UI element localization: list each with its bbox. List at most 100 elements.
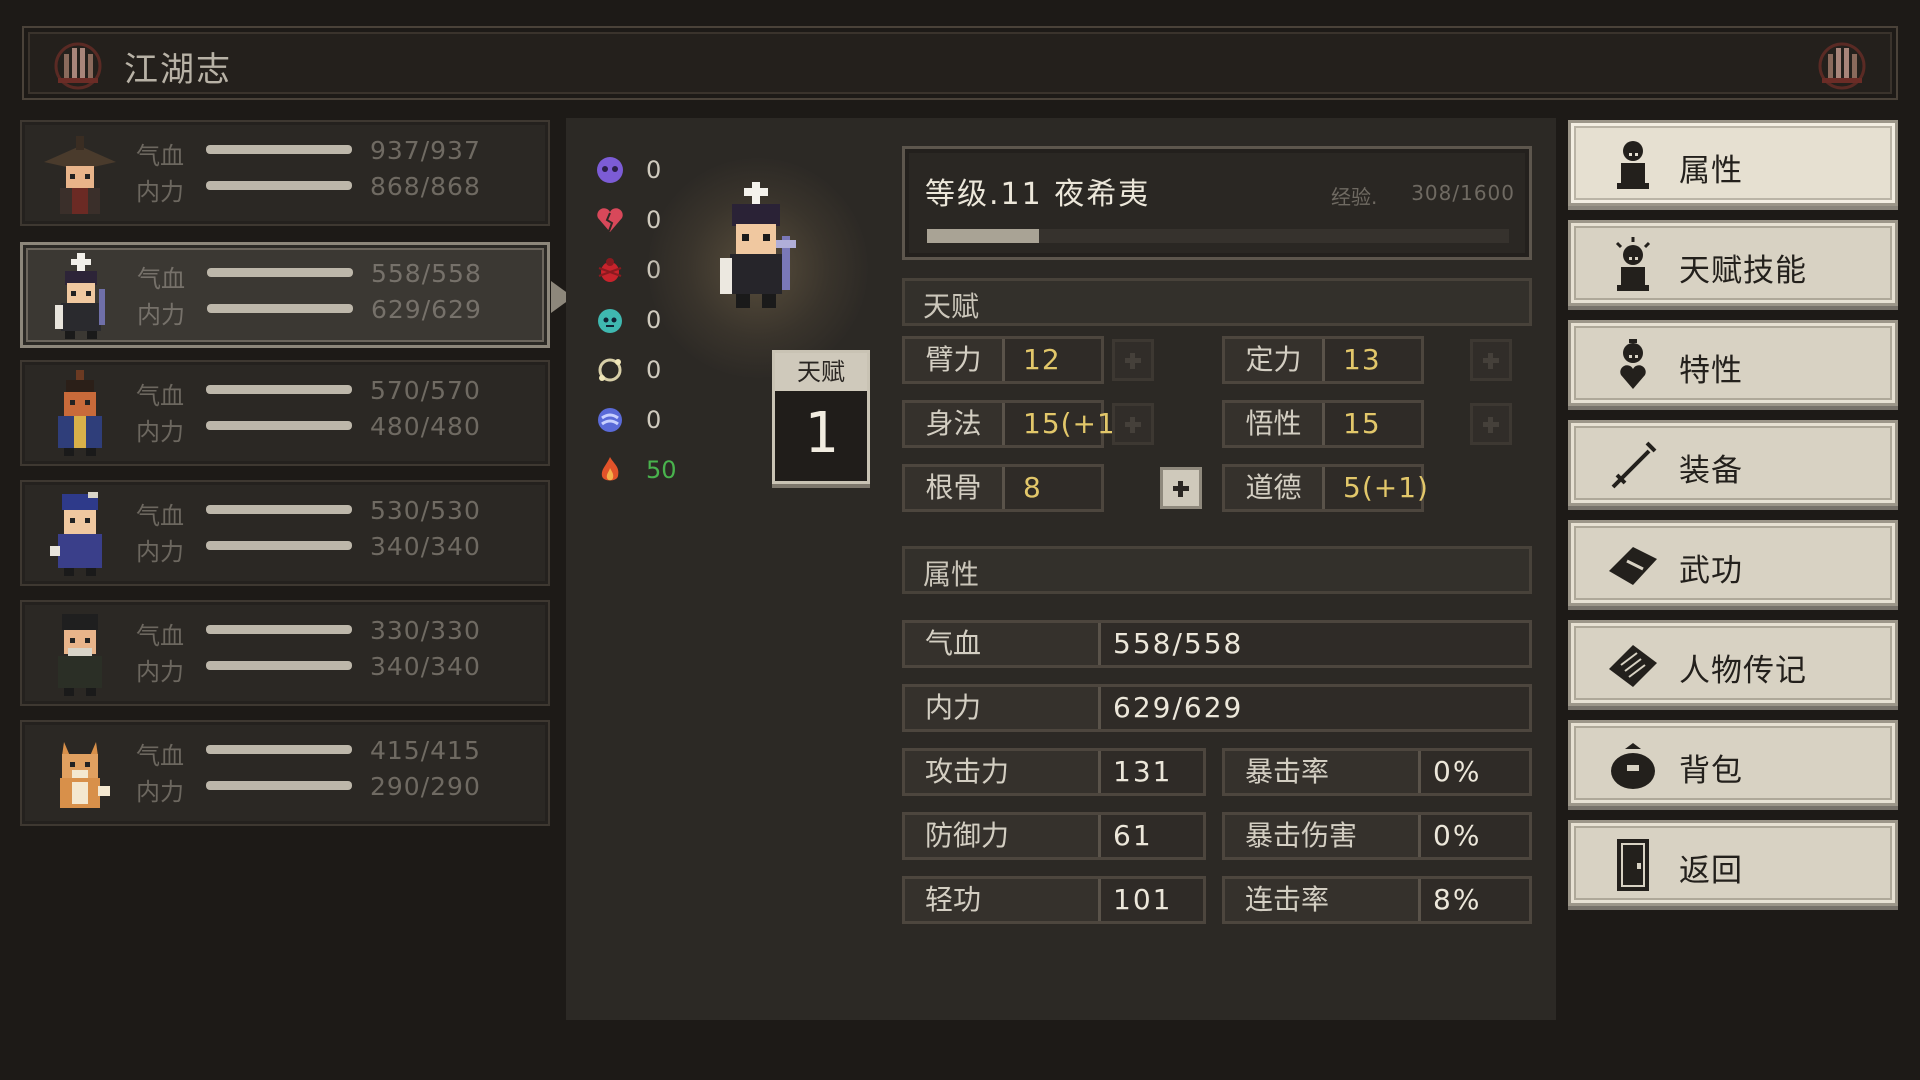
talent-points-value: 1 <box>804 401 838 466</box>
character-portrait <box>50 492 102 576</box>
party-member-card[interactable]: 气血 937/937 内力 868/868 <box>20 120 550 226</box>
hp-bar <box>207 268 353 277</box>
menu-label: 人物传记 <box>1679 653 1807 689</box>
mp-bar <box>206 781 352 790</box>
stat-value: 61 <box>1113 819 1153 852</box>
increase-constitution-button[interactable] <box>1160 467 1202 509</box>
status-value: 0 <box>646 356 662 384</box>
menu-label: 武功 <box>1679 553 1743 589</box>
section-title: 天赋 <box>923 290 980 323</box>
party-member-card-selected[interactable]: 气血 558/558 内力 629/629 <box>20 242 573 348</box>
increase-agility-button[interactable] <box>1112 403 1154 445</box>
red-bug-icon <box>598 258 622 282</box>
stat-value: 101 <box>1113 883 1173 916</box>
menu-back-button[interactable]: 返回 <box>1568 820 1898 906</box>
menu-label: 返回 <box>1679 853 1743 889</box>
heart-person-icon <box>1620 339 1646 389</box>
stat-name: 攻击力 <box>905 751 1101 793</box>
status-value: 0 <box>646 406 662 434</box>
stat-name: 连击率 <box>1225 879 1421 921</box>
attr-constitution: 根骨 8 <box>902 464 1104 512</box>
attr-value: 5(+1) <box>1343 471 1429 504</box>
mp-value: 629/629 <box>371 295 482 324</box>
level-name: 等级.11 夜希夷 <box>925 177 1151 212</box>
menu-label: 背包 <box>1679 753 1743 789</box>
talent-section-header: 天赋 <box>902 278 1532 326</box>
hp-value: 558/558 <box>371 259 482 288</box>
hp-label: 气血 <box>136 382 184 410</box>
scroll-icon <box>1609 645 1657 687</box>
talent-points-label: 天赋 <box>775 353 867 391</box>
mp-value: 290/290 <box>370 772 481 801</box>
exp-bar <box>927 229 1509 243</box>
character-portrait <box>55 253 105 339</box>
attributes-section-header: 属性 <box>902 546 1532 594</box>
status-effect: 0 <box>594 154 694 190</box>
mp-label: 内力 <box>136 658 184 686</box>
exp-bar-fill <box>927 229 1040 243</box>
party-member-card[interactable]: 气血 415/415 内力 290/290 <box>20 720 550 826</box>
gate-emblem-icon <box>1818 42 1866 90</box>
menu-label: 属性 <box>1679 153 1743 189</box>
menu-martial-arts-button[interactable]: 武功 <box>1568 520 1898 606</box>
spark-person-icon <box>1615 237 1651 291</box>
party-member-card[interactable]: 气血 570/570 内力 480/480 <box>20 360 550 466</box>
flame-icon <box>601 457 619 481</box>
hp-value: 570/570 <box>370 376 481 405</box>
exp-value: 308/1600 <box>1411 181 1515 205</box>
hp-value: 415/415 <box>370 736 481 765</box>
party-member-card[interactable]: 气血 330/330 内力 340/340 <box>20 600 550 706</box>
title-bar: 江湖志 <box>22 26 1898 100</box>
talent-points-card: 天赋 1 <box>772 350 870 484</box>
menu-traits-button[interactable]: 特性 <box>1568 320 1898 406</box>
purple-skull-icon <box>597 157 623 183</box>
stat-value: 558/558 <box>1113 627 1244 660</box>
menu-talent-skills-button[interactable]: 天赋技能 <box>1568 220 1898 306</box>
character-portrait <box>58 614 102 696</box>
mp-bar <box>206 421 352 430</box>
menu-label: 特性 <box>1679 353 1743 389</box>
mp-bar <box>206 541 352 550</box>
stat-name: 内力 <box>905 687 1101 729</box>
mp-label: 内力 <box>136 778 184 806</box>
status-effect: 50 <box>594 454 694 490</box>
stat-defense: 防御力 61 <box>902 812 1206 860</box>
attr-name: 悟性 <box>1225 403 1325 445</box>
hp-value: 530/530 <box>370 496 481 525</box>
person-icon <box>1617 141 1649 189</box>
mp-value: 868/868 <box>370 172 481 201</box>
menu-label: 天赋技能 <box>1679 253 1807 289</box>
status-value: 50 <box>646 456 677 484</box>
mp-value: 340/340 <box>370 532 481 561</box>
attr-value: 8 <box>1023 471 1042 504</box>
exp-label: 经验. <box>1331 185 1378 209</box>
hp-label: 气血 <box>136 502 184 530</box>
mp-value: 480/480 <box>370 412 481 441</box>
menu-biography-button[interactable]: 人物传记 <box>1568 620 1898 706</box>
mp-bar <box>206 181 352 190</box>
increase-comprehension-button[interactable] <box>1470 403 1512 445</box>
hp-bar <box>206 745 352 754</box>
dizzy-star-icon <box>598 358 622 382</box>
menu-equipment-button[interactable]: 装备 <box>1568 420 1898 506</box>
level-info-box: 等级.11 夜希夷 经验. 308/1600 <box>902 146 1532 260</box>
stat-hp: 气血 558/558 <box>902 620 1532 668</box>
stat-value: 8% <box>1433 883 1482 916</box>
increase-strength-button[interactable] <box>1112 339 1154 381</box>
manual-book-icon <box>1609 547 1657 585</box>
menu-label: 装备 <box>1679 453 1743 489</box>
increase-composure-button[interactable] <box>1470 339 1512 381</box>
menu-attributes-button[interactable]: 属性 <box>1568 120 1898 206</box>
teal-face-icon <box>598 309 622 333</box>
stat-name: 轻功 <box>905 879 1101 921</box>
hp-value: 937/937 <box>370 136 481 165</box>
stat-name: 防御力 <box>905 815 1101 857</box>
party-member-card[interactable]: 气血 530/530 内力 340/340 <box>20 480 550 586</box>
attr-value: 13 <box>1343 343 1381 376</box>
stat-value: 131 <box>1113 755 1173 788</box>
character-detail-panel: 0 0 0 0 0 50 天赋 1 等级.11 夜希夷 经验. 308/1600… <box>566 118 1556 1020</box>
menu-inventory-button[interactable]: 背包 <box>1568 720 1898 806</box>
mp-label: 内力 <box>136 418 184 446</box>
section-title: 属性 <box>923 558 980 591</box>
hp-bar <box>206 145 352 154</box>
